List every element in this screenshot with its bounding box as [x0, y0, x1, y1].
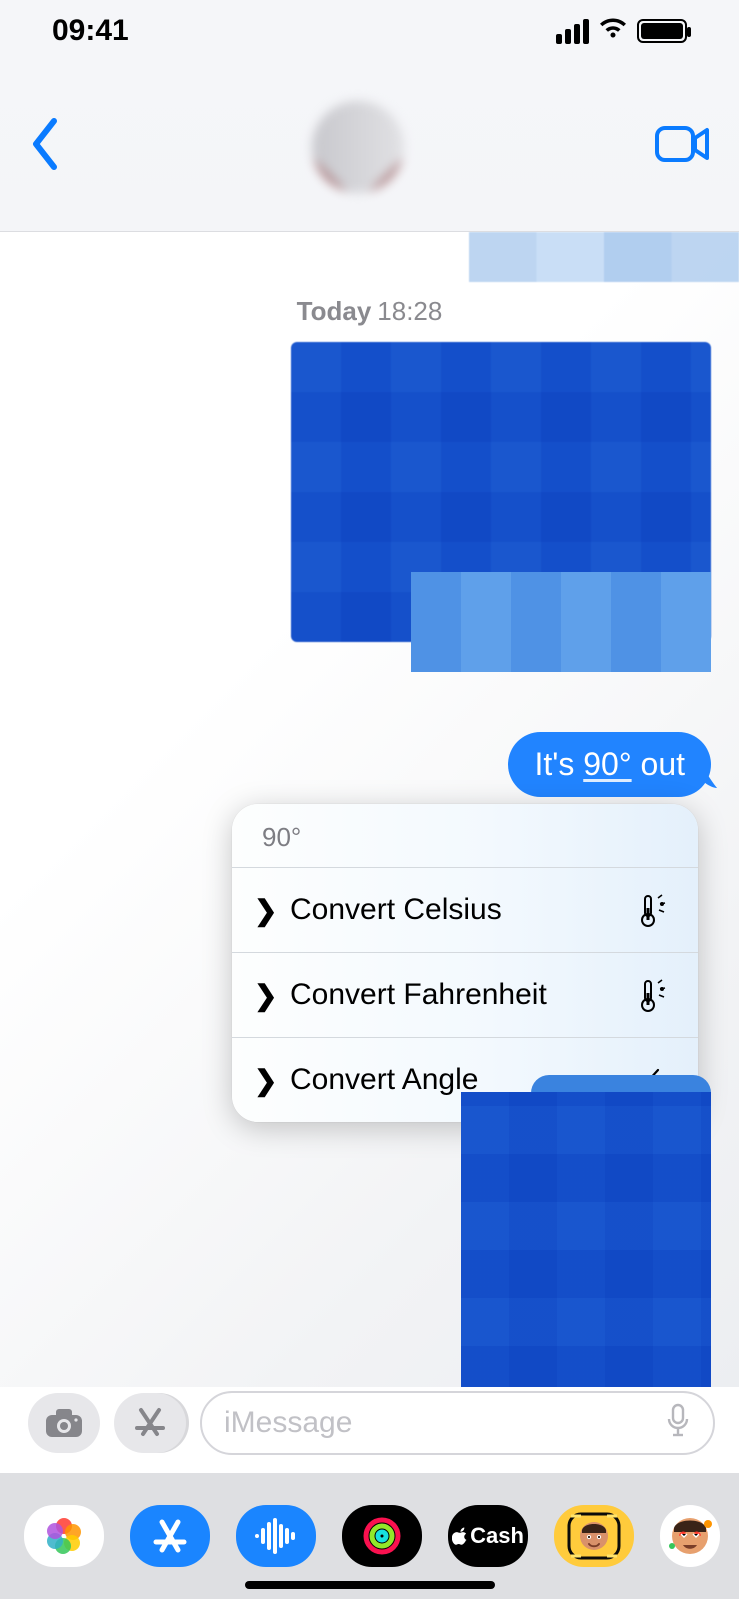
redacted-message — [411, 572, 711, 672]
battery-icon — [637, 19, 687, 43]
message-placeholder: iMessage — [224, 1406, 665, 1440]
status-time: 09:41 — [52, 14, 129, 48]
timestamp-time: 18:28 — [377, 296, 442, 326]
timestamp: Today18:28 — [0, 296, 739, 327]
thermometer-icon — [632, 890, 672, 930]
app-apple-cash[interactable]: Cash — [448, 1505, 528, 1567]
status-right — [556, 14, 687, 48]
app-animoji[interactable] — [660, 1505, 720, 1567]
chevron-right-icon: ❯ — [254, 1064, 276, 1097]
facetime-button[interactable] — [655, 124, 711, 169]
message-text-prefix: It's — [534, 746, 583, 782]
cellular-signal-icon — [556, 19, 589, 44]
popup-title: 90° — [232, 804, 698, 867]
home-indicator[interactable] — [245, 1581, 495, 1589]
wifi-icon — [597, 14, 629, 48]
message-input[interactable]: iMessage — [200, 1391, 715, 1455]
chevron-right-icon: ❯ — [254, 894, 276, 927]
app-fitness[interactable] — [342, 1505, 422, 1567]
app-memoji[interactable] — [554, 1505, 634, 1567]
popup-item-convert-celsius[interactable]: ❯ Convert Celsius — [232, 867, 698, 952]
app-audio-messages[interactable] — [236, 1505, 316, 1567]
message-text-suffix: out — [632, 746, 685, 782]
app-appstore[interactable] — [130, 1505, 210, 1567]
app-photos[interactable] — [24, 1505, 104, 1567]
popup-item-label: Convert Fahrenheit — [290, 978, 618, 1012]
thermometer-icon — [632, 975, 672, 1015]
compose-row: iMessage — [0, 1387, 739, 1473]
detected-unit-link[interactable]: 90° — [583, 746, 631, 782]
nav-header — [0, 62, 739, 232]
contact-avatar[interactable] — [312, 101, 404, 193]
redacted-message — [469, 232, 739, 282]
dictation-button[interactable] — [665, 1403, 691, 1444]
camera-button[interactable] — [28, 1393, 100, 1453]
apps-button[interactable] — [114, 1393, 186, 1453]
popup-item-convert-fahrenheit[interactable]: ❯ Convert Fahrenheit — [232, 952, 698, 1037]
redacted-message — [461, 1092, 711, 1402]
sent-message-bubble[interactable]: It's 90° out — [508, 732, 711, 797]
back-button[interactable] — [28, 117, 60, 176]
conversation-area[interactable]: Today18:28 It's 90° out 90° ❯ Convert Ce… — [0, 232, 739, 1402]
app-cash-label: Cash — [470, 1523, 524, 1549]
popup-item-label: Convert Celsius — [290, 893, 618, 927]
chevron-right-icon: ❯ — [254, 979, 276, 1012]
status-bar: 09:41 — [0, 0, 739, 62]
app-strip[interactable]: Cash — [0, 1473, 739, 1599]
timestamp-day: Today — [297, 296, 372, 326]
